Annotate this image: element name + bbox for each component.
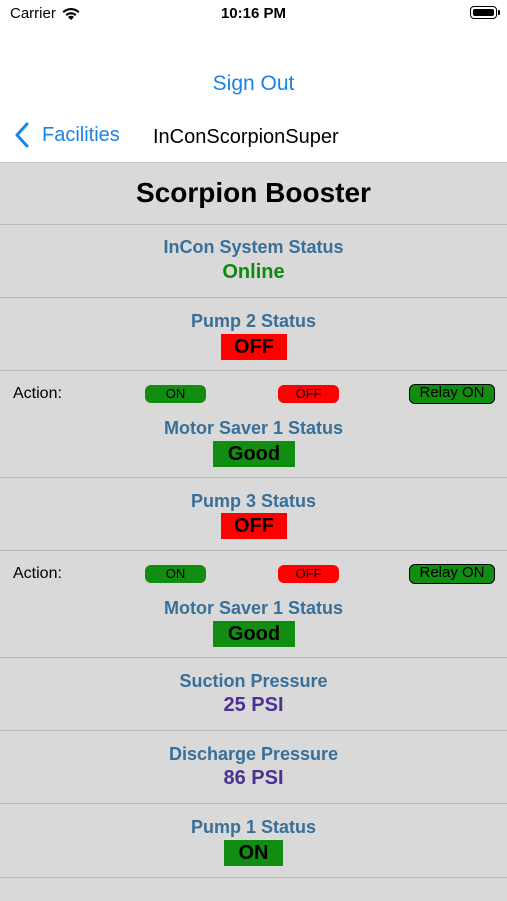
battery-icon: [470, 6, 500, 19]
clock: 10:16 PM: [220, 5, 287, 22]
action-label: Action:: [13, 385, 62, 402]
pump2-on-button[interactable]: ON: [145, 385, 206, 403]
pump3-off-button[interactable]: OFF: [278, 565, 339, 583]
motor-saver2-status-badge: Good: [213, 621, 295, 647]
pump2-relay-button[interactable]: Relay ON: [409, 384, 495, 404]
sign-out-button[interactable]: Sign Out: [0, 72, 507, 96]
pump2-action-row: Action: ON OFF Relay ON Motor Saver 1 St…: [0, 371, 507, 478]
pump3-on-button[interactable]: ON: [145, 565, 206, 583]
motor-saver1-status-badge: Good: [213, 441, 295, 467]
nav-title: InConScorpionSuper: [153, 126, 339, 148]
system-status-row: InCon System Status Online: [0, 225, 507, 298]
discharge-pressure-label: Discharge Pressure: [168, 744, 339, 764]
system-status-label: InCon System Status: [163, 237, 344, 257]
nav-bar: Facilities InConScorpionSuper: [0, 118, 507, 162]
motor-saver1-label: Motor Saver 1 Status: [163, 418, 344, 438]
pump1-label: Pump 1 Status: [190, 817, 317, 837]
pump3-relay-button[interactable]: Relay ON: [409, 564, 495, 584]
chevron-left-icon: [15, 122, 29, 148]
motor-saver2-label: Motor Saver 1 Status: [163, 598, 344, 618]
pump2-label: Pump 2 Status: [190, 311, 317, 331]
pump2-status-badge: OFF: [221, 334, 287, 360]
page-title: Scorpion Booster: [136, 177, 371, 208]
suction-pressure-value: 25 PSI: [223, 694, 284, 716]
pump1-row: Pump 1 Status ON: [0, 804, 507, 878]
suction-pressure-label: Suction Pressure: [179, 671, 328, 691]
action-label: Action:: [13, 565, 62, 582]
suction-pressure-row: Suction Pressure 25 PSI: [0, 658, 507, 731]
back-label: Facilities: [42, 123, 120, 146]
discharge-pressure-row: Discharge Pressure 86 PSI: [0, 731, 507, 804]
pump3-status-badge: OFF: [221, 513, 287, 539]
back-button[interactable]: Facilities: [14, 122, 120, 148]
pump1-status-badge: ON: [224, 840, 283, 866]
pump2-row: Pump 2 Status OFF: [0, 298, 507, 371]
pump3-label: Pump 3 Status: [190, 491, 317, 511]
pump3-row: Pump 3 Status OFF: [0, 478, 507, 551]
pump2-off-button[interactable]: OFF: [278, 385, 339, 403]
status-bar: Carrier 10:16 PM: [0, 0, 507, 30]
status-panel: Scorpion Booster InCon System Status Onl…: [0, 162, 507, 901]
discharge-pressure-value: 86 PSI: [223, 767, 284, 789]
pump3-action-row: Action: ON OFF Relay ON Motor Saver 1 St…: [0, 551, 507, 658]
title-row: Scorpion Booster: [0, 163, 507, 225]
system-status-value: Online: [222, 261, 285, 283]
